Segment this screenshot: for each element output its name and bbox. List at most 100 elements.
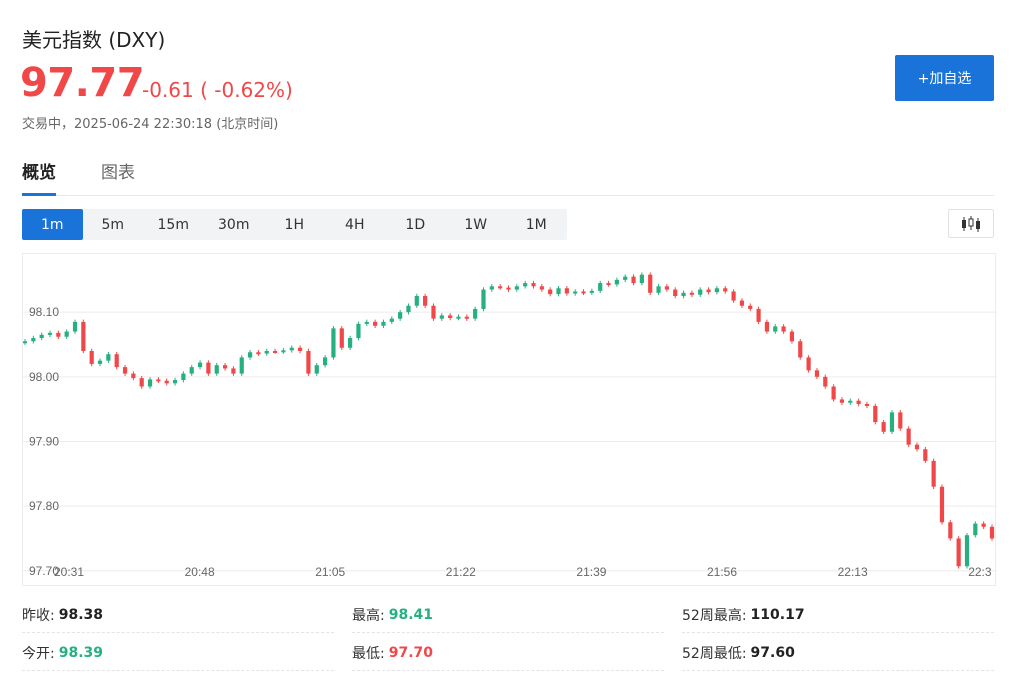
tab-chart[interactable]: 图表 bbox=[101, 158, 135, 195]
candle-body bbox=[323, 357, 328, 366]
index-title: 美元指数 (DXY) bbox=[22, 28, 166, 52]
candle-body bbox=[406, 305, 411, 313]
candle-body bbox=[64, 331, 69, 337]
candle-body bbox=[39, 334, 44, 339]
candle-body bbox=[164, 380, 169, 384]
candle-body bbox=[931, 460, 936, 487]
stat-value: 97.70 bbox=[388, 644, 434, 661]
candle-body bbox=[848, 400, 853, 403]
stat-label: 最低: bbox=[352, 645, 385, 662]
add-watchlist-button[interactable]: +加自选 bbox=[895, 55, 994, 101]
trading-status: 交易中，2025-06-24 22:30:18 (北京时间) bbox=[22, 117, 279, 132]
interval-30m[interactable]: 30m bbox=[204, 209, 265, 240]
candle-body bbox=[539, 286, 544, 290]
candle-body bbox=[673, 289, 678, 297]
candle-body bbox=[222, 365, 228, 369]
candle-body bbox=[439, 315, 444, 319]
candle-body bbox=[914, 444, 920, 450]
candle-body bbox=[589, 290, 594, 293]
candle-body bbox=[823, 376, 828, 387]
stat-value: 110.17 bbox=[750, 606, 805, 623]
candle-body bbox=[122, 367, 128, 374]
interval-5m[interactable]: 5m bbox=[83, 209, 144, 240]
candle-body bbox=[948, 522, 953, 539]
candle-body bbox=[464, 316, 469, 319]
candle-body bbox=[964, 535, 970, 567]
candle-body bbox=[989, 526, 995, 539]
interval-1m[interactable]: 1m bbox=[22, 209, 83, 240]
interval-1mo[interactable]: 1M bbox=[506, 209, 567, 240]
x-tick-label: 21:22 bbox=[446, 565, 476, 579]
candle-body bbox=[814, 370, 820, 377]
candle-body bbox=[272, 350, 278, 353]
interval-1h[interactable]: 1H bbox=[264, 209, 325, 240]
candle-body bbox=[431, 305, 436, 319]
stat-high: 最高: 98.41 bbox=[352, 597, 664, 633]
candle-body bbox=[639, 274, 644, 284]
candle-body bbox=[131, 373, 136, 379]
candle-body bbox=[348, 338, 353, 348]
candle-body bbox=[306, 350, 311, 374]
candle-body bbox=[139, 378, 144, 387]
candle-body bbox=[756, 308, 761, 322]
candle-body bbox=[689, 292, 694, 295]
candle-body bbox=[798, 341, 803, 358]
candle-body bbox=[156, 379, 161, 382]
candle-body bbox=[631, 276, 636, 284]
candle-body bbox=[856, 400, 861, 404]
candle-body bbox=[256, 352, 261, 355]
interval-selector: 1m 5m 15m 30m 1H 4H 1D 1W 1M bbox=[22, 209, 567, 240]
candle-body bbox=[448, 315, 453, 318]
candle-body bbox=[606, 283, 611, 286]
candle-body bbox=[956, 538, 961, 567]
candle-body bbox=[481, 289, 486, 309]
interval-1d[interactable]: 1D bbox=[385, 209, 446, 240]
candle-body bbox=[573, 291, 578, 294]
candle-body bbox=[506, 287, 511, 290]
candle-body bbox=[473, 308, 478, 319]
y-tick-label: 97.80 bbox=[29, 499, 59, 513]
candle-body bbox=[364, 321, 369, 324]
stat-52w-low: 52周最低: 97.60 bbox=[682, 635, 994, 671]
candle-body bbox=[247, 352, 253, 358]
candle-body bbox=[973, 523, 978, 536]
candle-body bbox=[31, 338, 36, 342]
candle-body bbox=[331, 328, 336, 358]
x-tick-label: 21:05 bbox=[315, 565, 345, 579]
candle-body bbox=[773, 326, 778, 332]
candle-body bbox=[56, 332, 61, 337]
candle-body bbox=[189, 367, 194, 374]
candle-body bbox=[97, 360, 103, 364]
candle-body bbox=[598, 283, 603, 291]
stat-prev-close: 昨收: 98.38 bbox=[22, 597, 334, 633]
stat-label: 52周最低: bbox=[682, 645, 747, 662]
candle-body bbox=[873, 405, 878, 423]
candle-body bbox=[706, 289, 711, 293]
candle-body bbox=[381, 321, 386, 326]
price-chart[interactable]: 98.10 98.00 97.90 97.80 97.70 20:31 20:48 21:05… bbox=[22, 253, 997, 587]
chart-type-button[interactable] bbox=[948, 209, 994, 238]
candle-body bbox=[106, 354, 111, 361]
stat-label: 最高: bbox=[352, 607, 385, 624]
stat-52w-high: 52周最高: 110.17 bbox=[682, 597, 994, 633]
candle-body bbox=[523, 283, 528, 287]
candle-body bbox=[723, 288, 728, 292]
candle-body bbox=[781, 326, 786, 332]
candle-body bbox=[398, 312, 403, 319]
tab-overview[interactable]: 概览 bbox=[22, 158, 56, 196]
candle-body bbox=[681, 292, 686, 297]
candle-body bbox=[698, 289, 703, 295]
candle-body bbox=[47, 332, 53, 335]
interval-4h[interactable]: 4H bbox=[325, 209, 386, 240]
candle-body bbox=[564, 288, 569, 294]
candle-body bbox=[423, 296, 428, 306]
x-tick-label: 21:56 bbox=[707, 565, 737, 579]
candle-body bbox=[748, 305, 753, 309]
candle-body bbox=[548, 289, 553, 295]
current-price: 97.77 bbox=[20, 60, 145, 106]
candlestick-chart[interactable]: 98.1098.0097.9097.8097.7020:31 20:48 21:05… bbox=[23, 254, 997, 587]
candle-body bbox=[864, 403, 870, 406]
interval-1w[interactable]: 1W bbox=[446, 209, 507, 240]
candle-body bbox=[614, 279, 619, 285]
interval-15m[interactable]: 15m bbox=[143, 209, 204, 240]
